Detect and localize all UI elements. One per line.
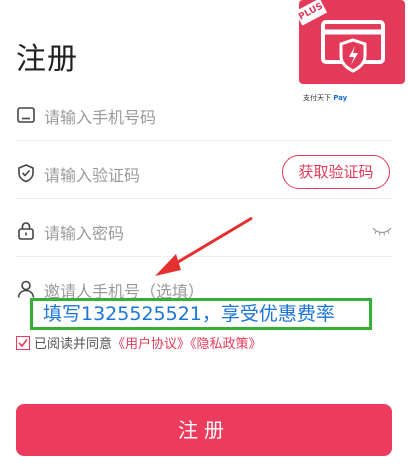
register-button[interactable]: 注册	[16, 404, 392, 456]
code-input[interactable]: 请输入验证码	[44, 162, 140, 186]
password-field[interactable]: 请输入密码	[16, 206, 392, 257]
password-input[interactable]: 请输入密码	[44, 220, 124, 244]
agreement-row: 已阅读并同意《用户协议》《隐私政策》	[16, 333, 262, 352]
agreement-prefix: 已阅读并同意	[34, 337, 113, 352]
phone-icon	[17, 107, 35, 123]
agree-checkbox[interactable]	[16, 336, 30, 350]
lock-icon	[18, 222, 34, 240]
checkmark-icon	[18, 339, 28, 348]
phone-input[interactable]: 请输入手机号码	[44, 104, 156, 128]
phone-field[interactable]: 请输入手机号码	[16, 90, 392, 141]
person-icon	[17, 280, 35, 298]
shield-check-icon	[18, 164, 34, 183]
privacy-policy-link[interactable]: 《隐私政策》	[190, 337, 262, 352]
user-agreement-link[interactable]: 《用户协议》	[112, 337, 190, 352]
promo-annotation: 填写1325525521，享受优惠费率	[30, 298, 372, 330]
get-code-button[interactable]: 获取验证码	[282, 155, 390, 189]
page-title: 注册	[16, 42, 78, 77]
eye-closed-icon[interactable]	[372, 226, 392, 236]
